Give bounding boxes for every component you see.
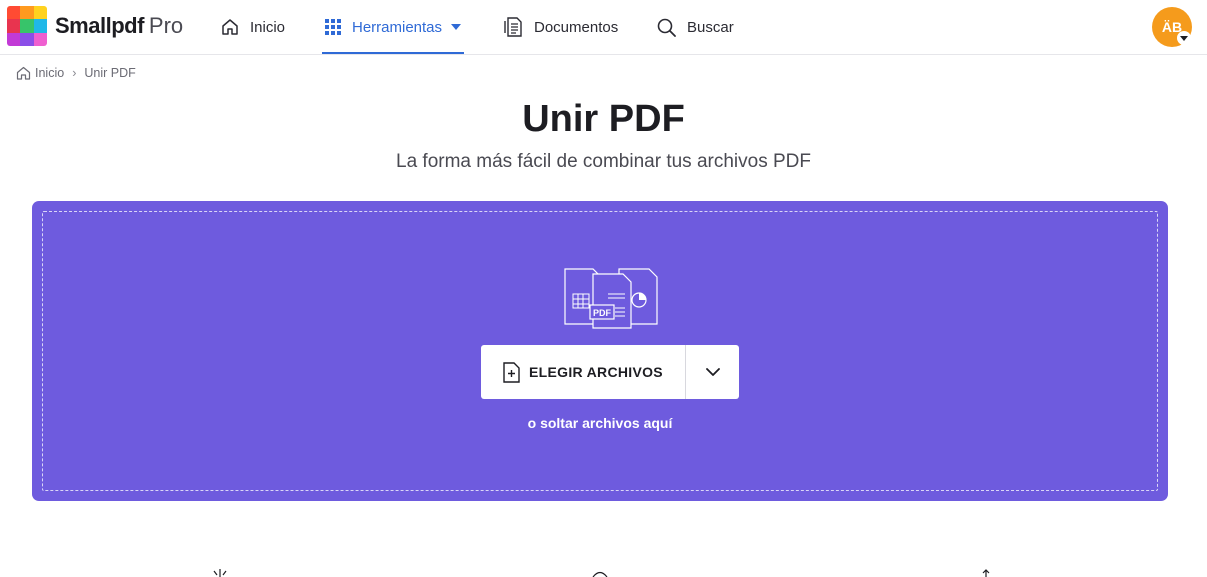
home-icon <box>222 19 238 35</box>
choose-source-dropdown-button[interactable] <box>686 345 739 399</box>
sparkle-icon <box>213 569 227 577</box>
breadcrumb-current: Unir PDF <box>84 66 136 80</box>
breadcrumb: Inicio › Unir PDF <box>16 66 136 80</box>
home-icon <box>16 66 31 80</box>
search-icon <box>657 18 676 37</box>
file-dropzone[interactable]: PDF ELEGIR ARCHIVOS o soltar archivos aq… <box>32 201 1168 501</box>
smallpdf-logo-icon <box>7 6 47 46</box>
add-file-icon <box>503 361 520 383</box>
page-subtitle: La forma más fácil de combinar tus archi… <box>396 151 811 172</box>
grid-icon <box>325 19 341 35</box>
nav-documentos[interactable]: Documentos <box>503 0 618 54</box>
pdf-badge-text: PDF <box>593 308 612 318</box>
nav-documentos-label: Documentos <box>534 18 619 36</box>
dropzone-dashed-border: PDF ELEGIR ARCHIVOS o soltar archivos aq… <box>42 211 1158 491</box>
nav-inicio[interactable]: Inicio <box>221 0 285 54</box>
nav-buscar-label: Buscar <box>687 18 734 36</box>
breadcrumb-home-label: Inicio <box>35 66 65 80</box>
page-title: Unir PDF <box>522 98 685 140</box>
nav-herramientas[interactable]: Herramientas <box>321 0 465 54</box>
user-avatar[interactable]: ÄB <box>1152 7 1192 47</box>
documents-illustration-icon: PDF <box>564 268 658 329</box>
caret-down-icon <box>451 24 462 30</box>
shield-icon <box>592 571 608 577</box>
top-header: Smallpdf Pro Inicio Herramientas Documen… <box>0 0 1207 55</box>
avatar-menu-caret-icon <box>1177 31 1191 45</box>
brand-name: Smallpdf <box>55 13 144 38</box>
nav-buscar[interactable]: Buscar <box>657 0 734 54</box>
nav-herramientas-label: Herramientas <box>352 18 443 36</box>
chevron-down-icon <box>705 367 720 376</box>
choose-files-label: ELEGIR ARCHIVOS <box>529 364 663 380</box>
brand-tier: Pro <box>148 13 184 38</box>
drop-files-hint: o soltar archivos aquí <box>527 415 673 431</box>
breadcrumb-separator: › <box>72 66 77 80</box>
choose-files-group: ELEGIR ARCHIVOS <box>481 345 739 399</box>
documents-icon <box>504 17 522 37</box>
nav-inicio-label: Inicio <box>250 18 286 36</box>
brand-logo[interactable]: Smallpdf Pro <box>7 6 183 46</box>
choose-files-button[interactable]: ELEGIR ARCHIVOS <box>481 345 686 399</box>
cloud-icon <box>982 569 990 577</box>
breadcrumb-home[interactable]: Inicio <box>16 66 64 80</box>
